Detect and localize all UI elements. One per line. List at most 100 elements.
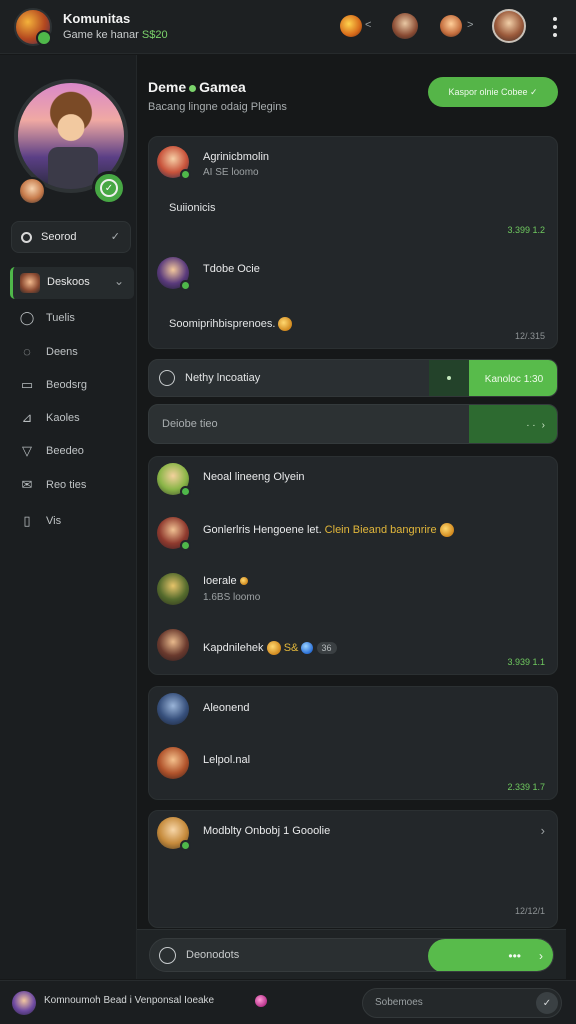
profile-mini-avatar[interactable] bbox=[18, 177, 46, 205]
message-author: Gonlerlris Hengoene let. Clein Bieand ba… bbox=[203, 523, 454, 537]
sidebar-item-label: Reo ties bbox=[46, 479, 87, 491]
message-author: Kapdnilehek S& 36 bbox=[203, 641, 337, 655]
sidebar-item-label: Beodsrg bbox=[46, 379, 87, 391]
online-badge bbox=[180, 280, 191, 291]
chevron-down-icon[interactable]: ⌄ bbox=[114, 274, 124, 288]
message-text: Suiionicis bbox=[169, 202, 216, 214]
community-avatar[interactable] bbox=[14, 8, 52, 46]
sidebar-item-7[interactable]: ▯ Vis bbox=[19, 511, 61, 531]
sparkle-icon bbox=[239, 577, 248, 586]
send-button[interactable]: ••• › bbox=[428, 939, 553, 971]
chevron-right-icon[interactable]: > bbox=[467, 19, 473, 31]
search-icon: ◯ bbox=[19, 310, 35, 325]
message-input[interactable]: Deonodots ••• › bbox=[149, 938, 554, 972]
message-text-body: Soomiprihbisprenoes. bbox=[169, 317, 276, 330]
message-card-1: Agrinicbmolin AI SE loomo Suiionicis 3.3… bbox=[148, 136, 558, 349]
message-time: 3.399 1.2 bbox=[507, 225, 545, 235]
chevron-left-icon[interactable]: < bbox=[365, 19, 371, 31]
mail-icon: ✉ bbox=[21, 477, 33, 492]
page-title: Deme Gamea bbox=[148, 79, 246, 95]
avatar[interactable] bbox=[157, 629, 189, 661]
coin-emoji-icon bbox=[266, 641, 281, 655]
action-row-1[interactable]: Nethy lncoatiay Kanoloc 1:30 bbox=[148, 359, 558, 397]
filter-icon: ▽ bbox=[22, 443, 32, 458]
chevron-right-icon: › bbox=[541, 419, 545, 431]
avatar[interactable] bbox=[157, 747, 189, 779]
sidebar-item-4[interactable]: ⊿ Kaoles bbox=[19, 408, 80, 428]
sidebar-item-3[interactable]: ▭ Beodsrg bbox=[19, 375, 87, 395]
action-button[interactable]: Kanoloc 1:30 bbox=[469, 360, 557, 396]
message-card-4: Modblty Onbobj 1 Gooolie › 12/12/1 bbox=[148, 810, 558, 928]
message-text: Soomiprihbisprenoes. bbox=[169, 317, 293, 331]
page-title-right: Gamea bbox=[199, 79, 246, 95]
app-title: Komunitas bbox=[63, 11, 131, 26]
message-time: 3.939 1.1 bbox=[507, 657, 545, 667]
app-subtitle-text: Game ke hanar bbox=[63, 29, 142, 41]
verified-check-button[interactable]: ✓ bbox=[92, 171, 126, 205]
emoji-icon[interactable] bbox=[159, 947, 176, 964]
bottom-bar: Komnoumoh Bead i Venponsal Ioeake Sobemo… bbox=[0, 980, 576, 1024]
app-subtitle: Game ke hanar S$20 bbox=[63, 29, 168, 41]
book-icon: ▯ bbox=[23, 513, 31, 528]
sidebar-item-label: Beedeo bbox=[46, 445, 84, 457]
page-subtitle: Bacang lingne odaig Plegins bbox=[148, 101, 287, 113]
send-dots: ••• bbox=[508, 949, 521, 963]
coin-icon[interactable] bbox=[340, 15, 362, 37]
footer-search-placeholder: Sobemoes bbox=[375, 997, 423, 1008]
send-chevron-icon: › bbox=[539, 949, 543, 963]
action-dot-segment[interactable] bbox=[429, 360, 469, 396]
gem-icon bbox=[255, 995, 267, 1007]
sidebar-item-1[interactable]: ◯ Tuelis bbox=[19, 308, 75, 328]
sidebar-search[interactable]: Seorod ✓ bbox=[11, 221, 131, 253]
chat-icon: ◌ bbox=[23, 344, 31, 359]
message-time: 12/.315 bbox=[514, 331, 545, 341]
action-row-label: Nethy lncoatiay bbox=[185, 372, 261, 384]
check-icon: ✓ bbox=[100, 179, 118, 197]
sidebar-item-label: Deskoos bbox=[47, 276, 90, 288]
count-badge: 36 bbox=[316, 642, 337, 654]
message-time: 2.339 1.7 bbox=[507, 782, 545, 792]
inbox-icon: ▭ bbox=[20, 377, 34, 392]
avatar[interactable] bbox=[157, 693, 189, 725]
message-author: Aleonend bbox=[203, 702, 250, 714]
app-subtitle-accent: S$20 bbox=[141, 29, 168, 41]
sidebar: ✓ Seorod ✓ Deskoos ⌄ ◯ Tuelis ◌ Deens ▭ Beo… bbox=[0, 55, 137, 979]
message-author: Tdobe Ocie bbox=[203, 263, 260, 275]
smile-emoji-icon bbox=[439, 523, 454, 537]
sidebar-item-label: Tuelis bbox=[46, 312, 75, 324]
sidebar-item-active[interactable]: Deskoos ⌄ bbox=[10, 267, 134, 299]
message-author-text: Kapdnilehek bbox=[203, 641, 264, 654]
send-icon[interactable]: ✓ bbox=[536, 992, 558, 1014]
sidebar-item-2[interactable]: ◌ Deens bbox=[19, 342, 78, 362]
export-button[interactable]: Kaspor olnie Cobee ✓ bbox=[428, 77, 558, 107]
gem-icon bbox=[301, 642, 314, 654]
chevron-right-icon[interactable]: › bbox=[541, 823, 545, 838]
character-avatar-2[interactable] bbox=[440, 15, 462, 37]
clock-icon bbox=[159, 370, 175, 386]
footer-text: Komnoumoh Bead i Venponsal Ioeake bbox=[44, 995, 215, 1006]
profile-figure bbox=[48, 147, 98, 189]
message-extra: S& bbox=[283, 641, 299, 654]
sidebar-item-5[interactable]: ▽ Beedeo bbox=[19, 441, 84, 461]
avatar[interactable] bbox=[157, 573, 189, 605]
message-author-text: Ioerale bbox=[203, 575, 237, 587]
more-dots-icon: · · bbox=[526, 419, 536, 431]
action-next-button[interactable]: · · › bbox=[469, 405, 557, 443]
sidebar-item-6[interactable]: ✉ Reo ties bbox=[19, 475, 87, 495]
page-title-left: Deme bbox=[148, 79, 187, 95]
footer-avatar[interactable] bbox=[12, 991, 36, 1015]
character-avatar-1[interactable] bbox=[392, 13, 418, 39]
message-meta: 1.6BS loomo bbox=[203, 592, 261, 603]
message-author: Neoal lineeng Olyein bbox=[203, 471, 305, 483]
top-bar: Komunitas Game ke hanar S$20 < > bbox=[0, 0, 576, 54]
kebab-icon[interactable] bbox=[548, 17, 562, 37]
message-input-placeholder: Deonodots bbox=[186, 949, 240, 961]
footer-search[interactable]: Sobemoes ✓ bbox=[362, 988, 562, 1018]
sidebar-item-label: Kaoles bbox=[46, 412, 80, 424]
user-avatar[interactable] bbox=[492, 9, 526, 43]
smile-emoji-icon bbox=[278, 317, 293, 331]
action-row-2[interactable]: Deiobe tieo · · › bbox=[148, 404, 558, 444]
composer: Deonodots ••• › bbox=[137, 929, 566, 979]
check-icon: ✓ bbox=[110, 231, 120, 243]
action-row-label: Deiobe tieo bbox=[162, 418, 218, 430]
